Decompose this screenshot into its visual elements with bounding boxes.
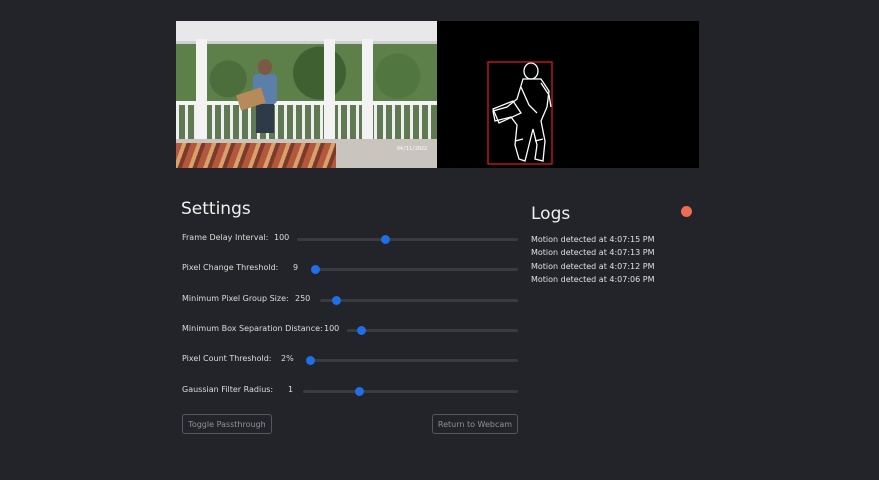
- slider-label: Pixel Count Threshold:: [182, 354, 272, 363]
- feed-porch-roof: [176, 21, 437, 44]
- slider-thumb[interactable]: [354, 387, 364, 396]
- slider-value: 1: [288, 385, 294, 394]
- slider-row-frame-delay: Frame Delay Interval: 100: [182, 232, 518, 246]
- slider-row-gaussian-radius: Gaussian Filter Radius: 1: [182, 384, 518, 398]
- gaussian-radius-slider[interactable]: [303, 387, 518, 396]
- slider-label: Minimum Box Separation Distance:: [182, 324, 323, 333]
- log-list: Motion detected at 4:07:15 PM Motion det…: [531, 233, 655, 286]
- slider-value: 250: [295, 294, 311, 303]
- slider-thumb[interactable]: [331, 296, 341, 305]
- motion-mask-view: [437, 21, 699, 168]
- feed-porch-column: [362, 39, 373, 139]
- slider-label: Minimum Pixel Group Size:: [182, 294, 289, 303]
- slider-value: 100: [274, 233, 290, 242]
- log-entry: Motion detected at 4:07:13 PM: [531, 248, 655, 258]
- log-entry: Motion detected at 4:07:06 PM: [531, 274, 655, 284]
- return-to-webcam-button[interactable]: Return to Webcam: [432, 414, 518, 434]
- slider-thumb[interactable]: [311, 265, 321, 274]
- slider-thumb[interactable]: [306, 356, 316, 365]
- pixel-count-slider[interactable]: [306, 356, 518, 365]
- feed-porch-column: [196, 39, 207, 139]
- slider-value: 9: [293, 263, 299, 272]
- slider-thumb[interactable]: [381, 235, 391, 244]
- slider-label: Frame Delay Interval:: [182, 233, 269, 242]
- slider-value: 100: [324, 324, 340, 333]
- recording-status-icon: [681, 206, 692, 217]
- slider-label: Pixel Change Threshold:: [182, 263, 279, 272]
- feed-trees: [176, 43, 437, 103]
- pixel-change-slider[interactable]: [311, 265, 518, 274]
- motion-outline-graphic: [487, 61, 553, 165]
- toggle-passthrough-button[interactable]: Toggle Passthrough: [182, 414, 272, 434]
- slider-row-min-box-separation: Minimum Box Separation Distance: 100: [182, 323, 518, 337]
- settings-title: Settings: [181, 199, 251, 219]
- min-pixel-group-slider[interactable]: [320, 296, 518, 305]
- slider-row-pixel-count: Pixel Count Threshold: 2%: [182, 353, 518, 367]
- frame-delay-slider[interactable]: [297, 235, 518, 244]
- slider-row-min-pixel-group: Minimum Pixel Group Size: 250: [182, 293, 518, 307]
- slider-label: Gaussian Filter Radius:: [182, 385, 274, 394]
- video-panels: 04/11/2022: [176, 21, 699, 168]
- logs-title: Logs: [531, 204, 571, 224]
- log-entry: Motion detected at 4:07:12 PM: [531, 261, 655, 271]
- feed-timestamp: 04/11/2022: [396, 146, 427, 152]
- min-box-separation-slider[interactable]: [347, 326, 518, 335]
- log-entry: Motion detected at 4:07:15 PM: [531, 235, 655, 244]
- feed-porch-railing: [176, 101, 437, 143]
- feed-person-with-package: [236, 59, 282, 149]
- slider-thumb[interactable]: [356, 326, 366, 335]
- webcam-feed: 04/11/2022: [176, 21, 437, 168]
- feed-porch-column: [324, 39, 335, 139]
- slider-value: 2%: [281, 354, 294, 363]
- slider-row-pixel-change: Pixel Change Threshold: 9: [182, 262, 518, 276]
- person-outline: [492, 62, 552, 162]
